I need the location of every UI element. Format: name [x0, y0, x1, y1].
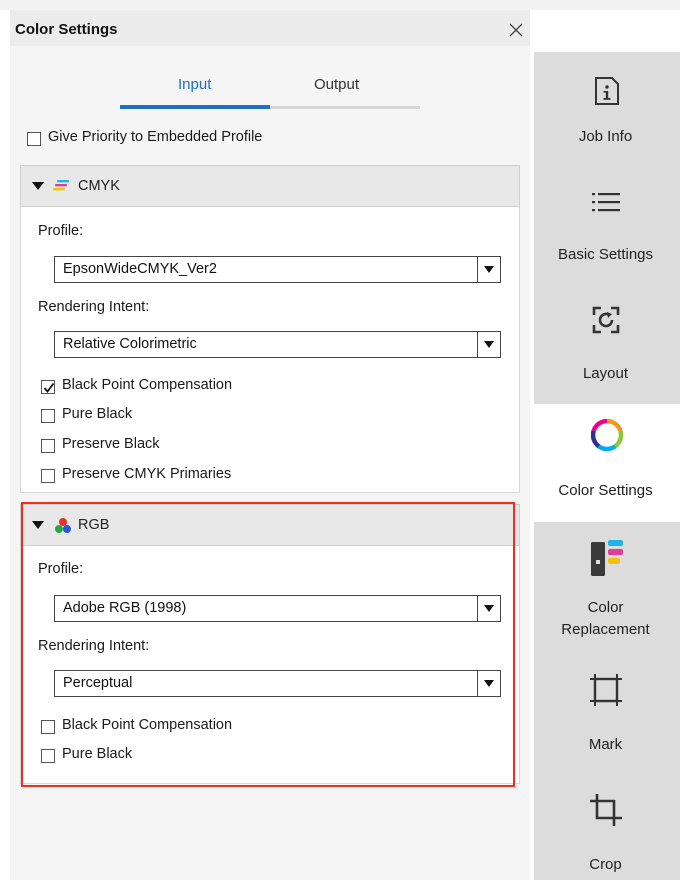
cmyk-pure-black-label: Pure Black — [62, 406, 133, 422]
priority-label: Give Priority to Embedded Profile — [48, 129, 263, 145]
rgb-section-header[interactable]: RGB — [20, 504, 520, 546]
input-output-tabs: Input Output — [120, 70, 420, 110]
rgb-black-point-checkbox[interactable] — [41, 720, 55, 734]
cmyk-black-point-checkbox[interactable] — [41, 380, 55, 394]
rgb-pure-black-checkbox[interactable] — [41, 749, 55, 763]
sidebar-item-color-replacement-label-line1: Color — [587, 599, 624, 616]
collapse-triangle-icon[interactable] — [31, 519, 45, 531]
cmyk-preserve-primaries-checkbox[interactable] — [41, 469, 55, 483]
close-icon — [509, 23, 523, 37]
rgb-icon — [55, 518, 71, 533]
dropdown-arrow-icon — [484, 266, 494, 273]
cmyk-intent-label: Rendering Intent: — [38, 299, 150, 315]
dropdown-button[interactable] — [477, 596, 500, 621]
tab-active-indicator — [120, 105, 270, 109]
cmyk-intent-value: Relative Colorimetric — [63, 336, 197, 352]
sidebar-item-mark-label: Mark — [588, 736, 623, 753]
rgb-section-title: RGB — [78, 517, 110, 533]
dropdown-arrow-icon — [484, 680, 494, 687]
crop-icon — [590, 794, 622, 826]
panel-title: Color Settings — [15, 21, 118, 38]
tab-input[interactable]: Input — [178, 76, 211, 93]
tab-output[interactable]: Output — [314, 76, 359, 93]
top-strip — [0, 0, 680, 10]
cmyk-section-title: CMYK — [78, 178, 120, 194]
sidebar-item-crop[interactable]: Crop — [531, 785, 680, 880]
sidebar-item-layout[interactable]: Layout — [531, 295, 680, 395]
dropdown-button[interactable] — [477, 332, 500, 357]
info-icon — [595, 77, 619, 105]
color-replacement-icon — [591, 540, 623, 576]
cmyk-black-point-label: Black Point Compensation — [62, 377, 233, 393]
cmyk-preserve-black-checkbox[interactable] — [41, 439, 55, 453]
cmyk-intent-select[interactable]: Relative Colorimetric — [54, 331, 501, 358]
sidebar-item-color-replacement-label-line2: Replacement — [561, 621, 650, 638]
sidebar-item-layout-label: Layout — [582, 365, 629, 382]
cmyk-section-header[interactable]: CMYK — [20, 165, 520, 207]
sidebar-item-basic-settings-label: Basic Settings — [557, 246, 654, 263]
dropdown-arrow-icon — [484, 605, 494, 612]
close-button[interactable] — [506, 20, 526, 40]
rgb-section-body: Profile: Adobe RGB (1998) Rendering Inte… — [20, 546, 520, 784]
cmyk-preserve-black-label: Preserve Black — [62, 436, 160, 452]
sidebar-item-mark[interactable]: Mark — [531, 665, 680, 765]
sidebar-item-job-info[interactable]: Job Info — [531, 60, 680, 160]
color-wheel-icon — [591, 419, 623, 451]
list-icon — [592, 193, 620, 212]
sidebar-item-basic-settings[interactable]: Basic Settings — [531, 178, 680, 278]
cmyk-profile-label: Profile: — [38, 223, 84, 239]
rgb-profile-label: Profile: — [38, 561, 84, 577]
panel-header: Color Settings — [10, 10, 530, 46]
cmyk-section-body: Profile: EpsonWideCMYK_Ver2 Rendering In… — [20, 207, 520, 493]
rgb-intent-value: Perceptual — [63, 675, 133, 691]
rgb-black-point-label: Black Point Compensation — [62, 717, 233, 733]
layout-icon — [592, 306, 620, 334]
sidebar-item-color-settings[interactable]: Color Settings — [531, 410, 680, 515]
dropdown-button[interactable] — [477, 671, 500, 696]
rgb-pure-black-label: Pure Black — [62, 746, 133, 762]
priority-checkbox[interactable] — [27, 132, 41, 146]
sidebar: Job Info Basic Settings Layout Color Set… — [531, 10, 680, 880]
sidebar-item-crop-label: Crop — [589, 856, 622, 873]
sidebar-item-color-replacement[interactable]: Color Replacement — [531, 530, 680, 650]
cmyk-profile-value: EpsonWideCMYK_Ver2 — [63, 261, 217, 277]
dropdown-arrow-icon — [484, 341, 494, 348]
mark-icon — [590, 674, 622, 706]
rgb-intent-label: Rendering Intent: — [38, 638, 150, 654]
color-settings-panel: Color Settings Input Output Give Priorit… — [10, 10, 530, 880]
dropdown-button[interactable] — [477, 257, 500, 282]
sidebar-item-color-settings-label: Color Settings — [558, 482, 653, 499]
cmyk-profile-select[interactable]: EpsonWideCMYK_Ver2 — [54, 256, 501, 283]
cmyk-preserve-primaries-label: Preserve CMYK Primaries — [62, 466, 232, 482]
rgb-intent-select[interactable]: Perceptual — [54, 670, 501, 697]
collapse-triangle-icon[interactable] — [31, 180, 45, 192]
rgb-profile-select[interactable]: Adobe RGB (1998) — [54, 595, 501, 622]
rgb-profile-value: Adobe RGB (1998) — [63, 600, 187, 616]
sidebar-item-job-info-label: Job Info — [578, 128, 633, 145]
cmyk-pure-black-checkbox[interactable] — [41, 409, 55, 423]
checkmark-icon — [43, 382, 55, 393]
cmyk-icon — [53, 180, 69, 191]
